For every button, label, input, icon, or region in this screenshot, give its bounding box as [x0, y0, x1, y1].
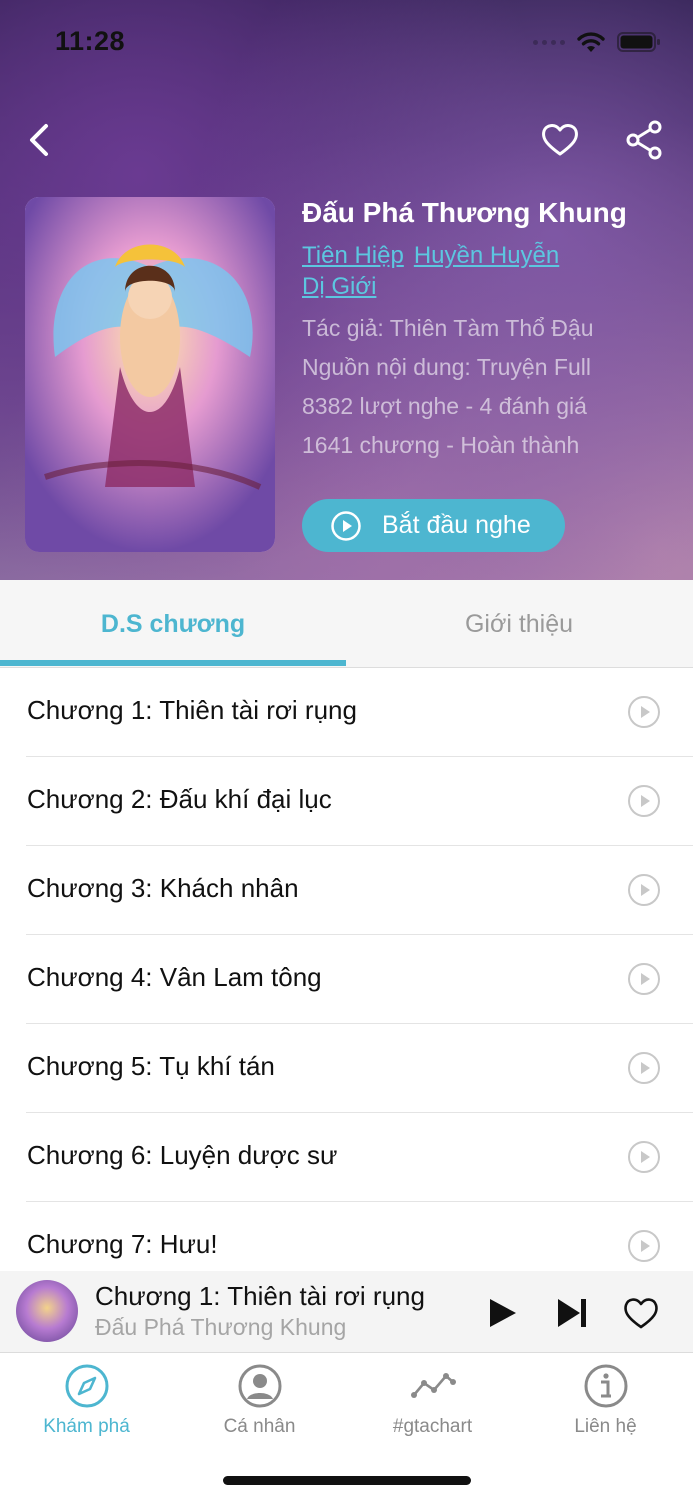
- start-listening-button[interactable]: Bắt đầu nghe: [302, 499, 565, 552]
- active-tab-indicator: [0, 660, 346, 666]
- genre-link-di-gioi[interactable]: Dị Giới: [302, 273, 376, 300]
- status-time: 11:28: [55, 26, 126, 56]
- tabbar-label-contact: Liên hệ: [574, 1416, 637, 1437]
- chapter-title: Chương 4: Vân Lam tông: [27, 962, 322, 992]
- home-indicator: [223, 1476, 471, 1485]
- mini-player[interactable]: Chương 1: Thiên tài rơi rụng Đấu Phá Thư…: [0, 1271, 693, 1353]
- chapter-play-icon[interactable]: [627, 1051, 661, 1085]
- book-header: 11:28 Đấu Phá Thương Khung Tiên Hiệp Huy…: [0, 0, 693, 580]
- content-tabs: D.S chương Giới thiệu: [0, 580, 693, 668]
- mini-player-subtitle: Đấu Phá Thương Khung: [95, 1314, 347, 1340]
- tab-introduction[interactable]: Giới thiệu: [346, 580, 692, 668]
- chapter-play-icon[interactable]: [627, 695, 661, 729]
- chapter-title: Chương 1: Thiên tài rơi rụng: [27, 695, 357, 725]
- genre-links: Tiên Hiệp Huyền Huyễn Dị Giới: [302, 240, 662, 302]
- battery-icon: [617, 32, 660, 52]
- chapter-play-icon[interactable]: [627, 873, 661, 907]
- chapter-play-icon[interactable]: [627, 1229, 661, 1263]
- play-icon[interactable]: [484, 1295, 520, 1331]
- genre-link-huyen-huyen[interactable]: Huyền Huyễn: [414, 242, 559, 269]
- start-listening-label: Bắt đầu nghe: [382, 511, 531, 539]
- tabbar-label-chart: #gtachart: [392, 1416, 473, 1437]
- play-circle-icon: [331, 510, 361, 541]
- chapter-row[interactable]: Chương 1: Thiên tài rơi rụng: [26, 668, 693, 757]
- info-icon: [584, 1364, 627, 1408]
- mini-player-title: Chương 1: Thiên tài rơi rụng: [95, 1281, 425, 1311]
- share-icon[interactable]: [622, 118, 666, 162]
- chapter-row[interactable]: Chương 2: Đấu khí đại lục: [26, 757, 693, 846]
- chapter-row[interactable]: Chương 5: Tụ khí tán: [26, 1024, 693, 1113]
- skip-next-icon[interactable]: [554, 1295, 590, 1331]
- chapter-title: Chương 2: Đấu khí đại lục: [27, 784, 332, 814]
- back-icon[interactable]: [22, 118, 62, 162]
- chart-icon: [410, 1373, 456, 1398]
- chapter-row[interactable]: Chương 3: Khách nhân: [26, 846, 693, 935]
- book-title: Đấu Phá Thương Khung: [302, 197, 627, 228]
- compass-icon: [65, 1364, 108, 1408]
- cellular-signal-icon: [533, 39, 565, 45]
- user-icon: [238, 1364, 281, 1408]
- source-text: Nguồn nội dung: Truyện Full: [302, 354, 591, 380]
- favorite-heart-icon[interactable]: [538, 118, 582, 162]
- tabbar-label-explore: Khám phá: [43, 1416, 130, 1437]
- tab-chapter-list[interactable]: D.S chương: [0, 580, 346, 668]
- chapter-title: Chương 5: Tụ khí tán: [27, 1051, 275, 1081]
- chapter-row[interactable]: Chương 6: Luyện dược sư: [26, 1113, 693, 1202]
- mini-player-cover: [16, 1280, 78, 1342]
- chapter-row[interactable]: Chương 4: Vân Lam tông: [26, 935, 693, 1024]
- wifi-icon: [577, 32, 605, 52]
- tabbar-item-contact[interactable]: Liên hệ: [519, 1362, 692, 1438]
- chapter-title: Chương 7: Hưu!: [27, 1229, 218, 1259]
- chapter-title: Chương 6: Luyện dược sư: [27, 1140, 338, 1170]
- tabbar-item-chart[interactable]: #gtachart: [346, 1362, 519, 1438]
- book-meta: Tác giả: Thiên Tàm Thổ Đậu Nguồn nội dun…: [302, 309, 594, 465]
- chapter-row[interactable]: Chương 7: Hưu!: [26, 1202, 693, 1271]
- genre-link-tien-hiep[interactable]: Tiên Hiệp: [302, 242, 404, 269]
- cover-illustration: [25, 197, 275, 552]
- book-cover-image: [25, 197, 275, 552]
- chapter-count-text: 1641 chương - Hoàn thành: [302, 432, 580, 458]
- chapter-play-icon[interactable]: [627, 962, 661, 996]
- tabbar-label-personal: Cá nhân: [223, 1416, 296, 1437]
- tabbar-item-personal[interactable]: Cá nhân: [173, 1362, 346, 1438]
- status-icons: [533, 30, 661, 54]
- heart-icon[interactable]: [621, 1293, 661, 1333]
- chapter-play-icon[interactable]: [627, 1140, 661, 1174]
- chapter-title: Chương 3: Khách nhân: [27, 873, 299, 903]
- chapter-play-icon[interactable]: [627, 784, 661, 818]
- stats-text: 8382 lượt nghe - 4 đánh giá: [302, 393, 587, 419]
- tabbar-item-explore[interactable]: Khám phá: [0, 1362, 173, 1438]
- chapter-list[interactable]: Chương 1: Thiên tài rơi rụng Chương 2: Đ…: [0, 668, 693, 1271]
- author-text: Tác giả: Thiên Tàm Thổ Đậu: [302, 315, 594, 341]
